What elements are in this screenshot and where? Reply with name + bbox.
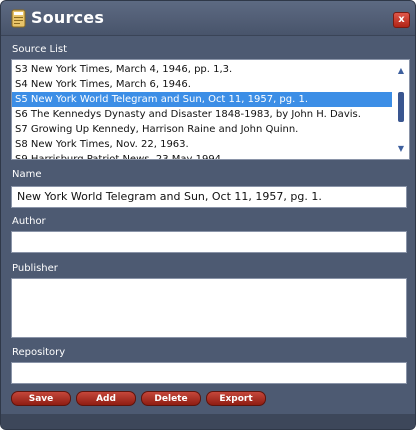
add-button[interactable]: Add bbox=[76, 391, 136, 406]
source-list-scrollbar[interactable]: ▲ ▼ bbox=[393, 60, 409, 159]
author-label: Author bbox=[12, 216, 46, 227]
save-button[interactable]: Save bbox=[11, 391, 71, 406]
delete-button[interactable]: Delete bbox=[141, 391, 201, 406]
repository-label: Repository bbox=[12, 347, 66, 358]
scroll-up-icon[interactable]: ▲ bbox=[396, 66, 406, 76]
source-list-item[interactable]: S5 New York World Telegram and Sun, Oct … bbox=[12, 92, 392, 107]
close-button[interactable]: x bbox=[393, 12, 410, 28]
footer-bar bbox=[1, 414, 415, 429]
export-button[interactable]: Export bbox=[206, 391, 266, 406]
source-list-item[interactable]: S6 The Kennedys Dynasty and Disaster 184… bbox=[12, 107, 392, 122]
publisher-field[interactable] bbox=[11, 278, 407, 338]
source-list-item[interactable]: S7 Growing Up Kennedy, Harrison Raine an… bbox=[12, 122, 392, 137]
source-list-item[interactable]: S4 New York Times, March 6, 1946. bbox=[12, 77, 392, 92]
author-field[interactable] bbox=[11, 231, 407, 253]
source-list[interactable]: S3 New York Times, March 4, 1946, pp. 1,… bbox=[11, 59, 410, 160]
scroll-thumb[interactable] bbox=[398, 92, 404, 122]
sources-window: Sources x Source List S3 New York Times,… bbox=[0, 0, 416, 430]
title-bar[interactable]: Sources x bbox=[1, 1, 415, 36]
source-list-items: S3 New York Times, March 4, 1946, pp. 1,… bbox=[12, 62, 392, 159]
source-list-label: Source List bbox=[12, 44, 68, 55]
book-icon bbox=[11, 9, 26, 28]
publisher-label: Publisher bbox=[12, 263, 58, 274]
window-title: Sources bbox=[31, 8, 105, 27]
source-list-item[interactable]: S9 Harrisburg Patriot News, 23 May 1994. bbox=[12, 152, 392, 159]
repository-field[interactable] bbox=[11, 362, 407, 384]
name-label: Name bbox=[12, 169, 42, 180]
source-list-item[interactable]: S8 New York Times, Nov. 22, 1963. bbox=[12, 137, 392, 152]
name-field[interactable]: New York World Telegram and Sun, Oct 11,… bbox=[11, 186, 407, 208]
scroll-down-icon[interactable]: ▼ bbox=[396, 144, 406, 154]
source-list-item[interactable]: S3 New York Times, March 4, 1946, pp. 1,… bbox=[12, 62, 392, 77]
